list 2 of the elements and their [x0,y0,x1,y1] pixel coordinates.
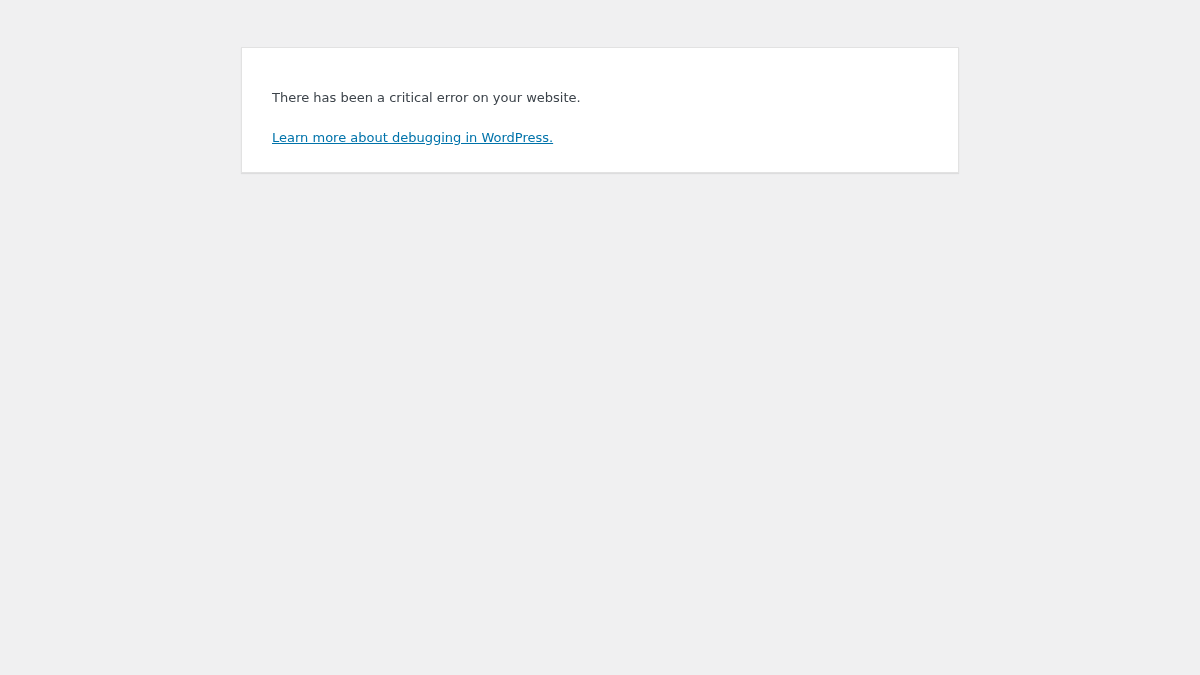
error-message: There has been a critical error on your website. [272,89,582,107]
help-link[interactable]: Learn more about debugging in WordPress. [272,129,554,145]
